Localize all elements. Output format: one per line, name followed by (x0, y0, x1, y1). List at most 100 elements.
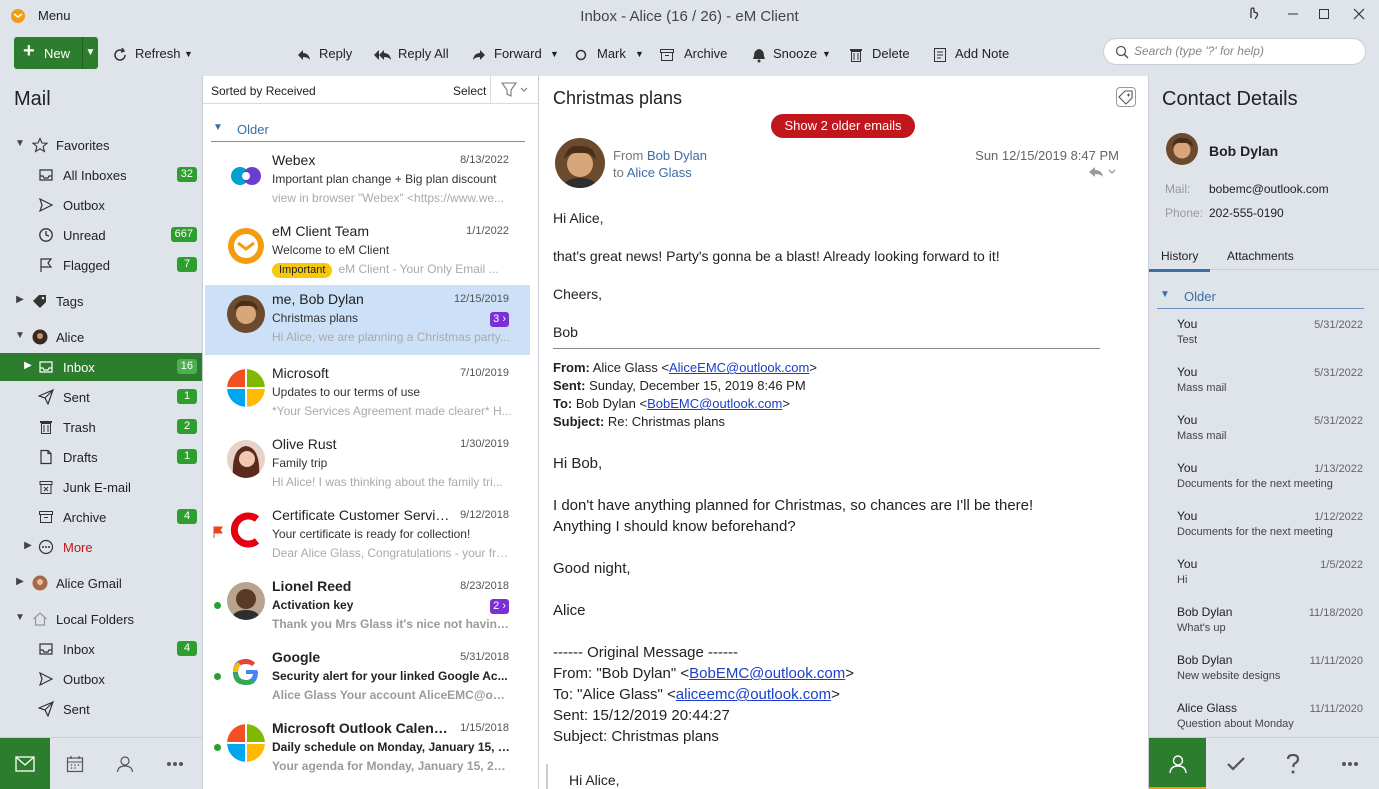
tab-attachments[interactable]: Attachments (1227, 249, 1294, 263)
sidebar-item-archive[interactable]: Archive 4 (0, 503, 202, 531)
sidebar-item-account-alice[interactable]: ▼ Alice (0, 323, 202, 351)
search-box[interactable] (1103, 38, 1366, 65)
touch-mode-icon[interactable] (1238, 4, 1268, 28)
sidebar-item-flagged[interactable]: Flagged 7 (0, 251, 202, 279)
tasks-tab-button[interactable] (1207, 738, 1264, 789)
app-logo-icon (11, 9, 25, 23)
maximize-button[interactable] (1309, 4, 1339, 28)
quoted-from-end: > (809, 360, 817, 375)
mark-chevron-icon[interactable]: ▼ (635, 49, 644, 59)
flag-icon[interactable] (213, 526, 223, 538)
original-from-email-link[interactable]: BobEMC@outlook.com (689, 665, 845, 682)
history-item[interactable]: Alice Glass 11/11/2020 Question about Mo… (1177, 701, 1367, 735)
filter-button[interactable] (490, 76, 538, 104)
sidebar-item-favorites[interactable]: ▼ Favorites (0, 131, 202, 159)
contact-details-tab-button[interactable] (1149, 738, 1206, 789)
snooze-chevron-icon[interactable]: ▼ (822, 49, 831, 59)
more-modules-button[interactable] (150, 738, 200, 789)
sidebar-item-trash[interactable]: Trash 2 (0, 413, 202, 441)
thread-count-badge[interactable]: 2 › (490, 599, 509, 614)
history-item[interactable]: You 1/12/2022 Documents for the next mee… (1177, 509, 1367, 555)
message-row[interactable]: Microsoft 7/10/2019 Updates to our terms… (205, 359, 530, 430)
original-to-email-link[interactable]: aliceemc@outlook.com (676, 686, 831, 703)
refresh-chevron-icon[interactable]: ▼ (184, 49, 193, 59)
em-client-logo-icon (227, 227, 265, 265)
message-date: 5/31/2018 (460, 651, 509, 663)
chevron-right-icon[interactable]: ▶ (14, 294, 26, 305)
sidebar-item-drafts[interactable]: Drafts 1 (0, 443, 202, 471)
tab-history[interactable]: History (1148, 249, 1211, 272)
sidebar-item-local-outbox[interactable]: Outbox (0, 665, 202, 693)
menu-button[interactable]: Menu (38, 8, 71, 23)
sidebar-item-local-folders[interactable]: ▼ Local Folders (0, 605, 202, 633)
history-item[interactable]: You 1/5/2022 Hi (1177, 557, 1367, 603)
chevron-down-icon[interactable]: ▼ (213, 122, 223, 133)
add-tag-button[interactable] (1116, 87, 1136, 107)
mail-module-button[interactable] (0, 738, 50, 789)
history-item[interactable]: You 5/31/2022 Mass mail (1177, 365, 1367, 411)
help-tab-button[interactable] (1264, 738, 1321, 789)
history-item[interactable]: You 5/31/2022 Mass mail (1177, 413, 1367, 459)
close-window-button[interactable] (1344, 4, 1374, 28)
thread-count-badge[interactable]: 3 › (490, 312, 509, 327)
quoted-from-email-link[interactable]: AliceEMC@outlook.com (669, 360, 809, 375)
show-older-emails-button[interactable]: Show 2 older emails (771, 114, 915, 138)
new-button[interactable]: + New ▼ (14, 37, 98, 69)
contact-phone[interactable]: 202-555-0190 (1209, 206, 1284, 220)
sidebar-item-account-alice-gmail[interactable]: ▶ Alice Gmail (0, 569, 202, 597)
message-row[interactable]: Webex 8/13/2022 Important plan change + … (205, 146, 530, 217)
sender-name-link[interactable]: Bob Dylan (647, 148, 707, 163)
quoted-to-email-link[interactable]: BobEMC@outlook.com (647, 396, 782, 411)
minimize-button[interactable] (1278, 4, 1308, 28)
chevron-down-icon[interactable]: ▼ (14, 330, 26, 341)
history-item[interactable]: You 5/31/2022 Test (1177, 317, 1367, 363)
sidebar-item-all-inboxes[interactable]: All Inboxes 32 (0, 161, 202, 189)
history-item[interactable]: Bob Dylan 11/11/2020 New website designs (1177, 653, 1367, 699)
sidebar-item-junk[interactable]: Junk E-mail (0, 473, 202, 501)
sidebar-item-unread[interactable]: Unread 667 (0, 221, 202, 249)
contact-email[interactable]: bobemc@outlook.com (1209, 182, 1329, 196)
sidebar-item-tags[interactable]: ▶ Tags (0, 287, 202, 315)
mark-circle-icon (575, 49, 587, 61)
message-row[interactable]: Microsoft Outlook Calend... 1/15/2018 Da… (205, 714, 530, 785)
chevron-down-icon[interactable]: ▼ (14, 138, 26, 149)
history-item[interactable]: Bob Dylan 11/18/2020 What's up (1177, 605, 1367, 651)
select-button[interactable]: Select (453, 84, 486, 98)
sort-dropdown[interactable]: Sorted by Received (211, 84, 316, 98)
history-group-header[interactable]: ▼ Older (1157, 288, 1364, 309)
recipient-name-link[interactable]: Alice Glass (627, 165, 692, 180)
reply-dropdown-button[interactable] (1087, 165, 1119, 182)
sidebar-item-local-sent[interactable]: Sent (0, 695, 202, 723)
more-panels-button[interactable] (1321, 738, 1378, 789)
message-row[interactable]: eM Client Team 1/1/2022 Welcome to eM Cl… (205, 217, 530, 288)
sidebar-item-sent[interactable]: Sent 1 (0, 383, 202, 411)
reply-label: Reply (319, 46, 353, 61)
group-header-older[interactable]: ▼ Older (211, 120, 525, 142)
chevron-right-icon[interactable]: ▶ (14, 576, 26, 587)
chevron-right-icon[interactable]: ▶ (22, 360, 34, 371)
message-subject: Christmas plans (272, 311, 359, 325)
message-row[interactable]: Certificate Customer Servic... 9/12/2018… (205, 501, 530, 572)
message-row[interactable]: Google 5/31/2018 Security alert for your… (205, 643, 530, 714)
forward-chevron-icon[interactable]: ▼ (550, 49, 559, 59)
chevron-down-icon[interactable]: ▼ (1160, 289, 1170, 300)
sidebar-item-inbox[interactable]: ▶ Inbox 16 (0, 353, 202, 381)
new-dropdown-chevron-icon[interactable]: ▼ (82, 37, 98, 69)
sidebar-item-local-inbox[interactable]: Inbox 4 (0, 635, 202, 663)
calendar-module-button[interactable] (50, 738, 100, 789)
chevron-right-icon[interactable]: ▶ (22, 540, 34, 551)
contacts-module-button[interactable] (100, 738, 150, 789)
message-row[interactable]: Olive Rust 1/30/2019 Family trip Hi Alic… (205, 430, 530, 501)
sidebar-item-outbox[interactable]: Outbox (0, 191, 202, 219)
message-row[interactable]: Lionel Reed 8/23/2018 Activation key 2 ›… (205, 572, 530, 643)
message-row-selected[interactable]: me, Bob Dylan 12/15/2019 Christmas plans… (205, 285, 530, 355)
chevron-down-icon[interactable]: ▼ (14, 612, 26, 623)
body-line: Hi Bob, (553, 455, 603, 472)
sidebar-item-more[interactable]: ▶ More (0, 533, 202, 561)
archive-icon (39, 511, 53, 523)
search-input[interactable] (1134, 44, 1354, 58)
to-prefix: to (613, 165, 624, 180)
outbox-icon (38, 197, 54, 213)
microsoft-logo-icon (227, 724, 265, 762)
history-item[interactable]: You 1/13/2022 Documents for the next mee… (1177, 461, 1367, 507)
